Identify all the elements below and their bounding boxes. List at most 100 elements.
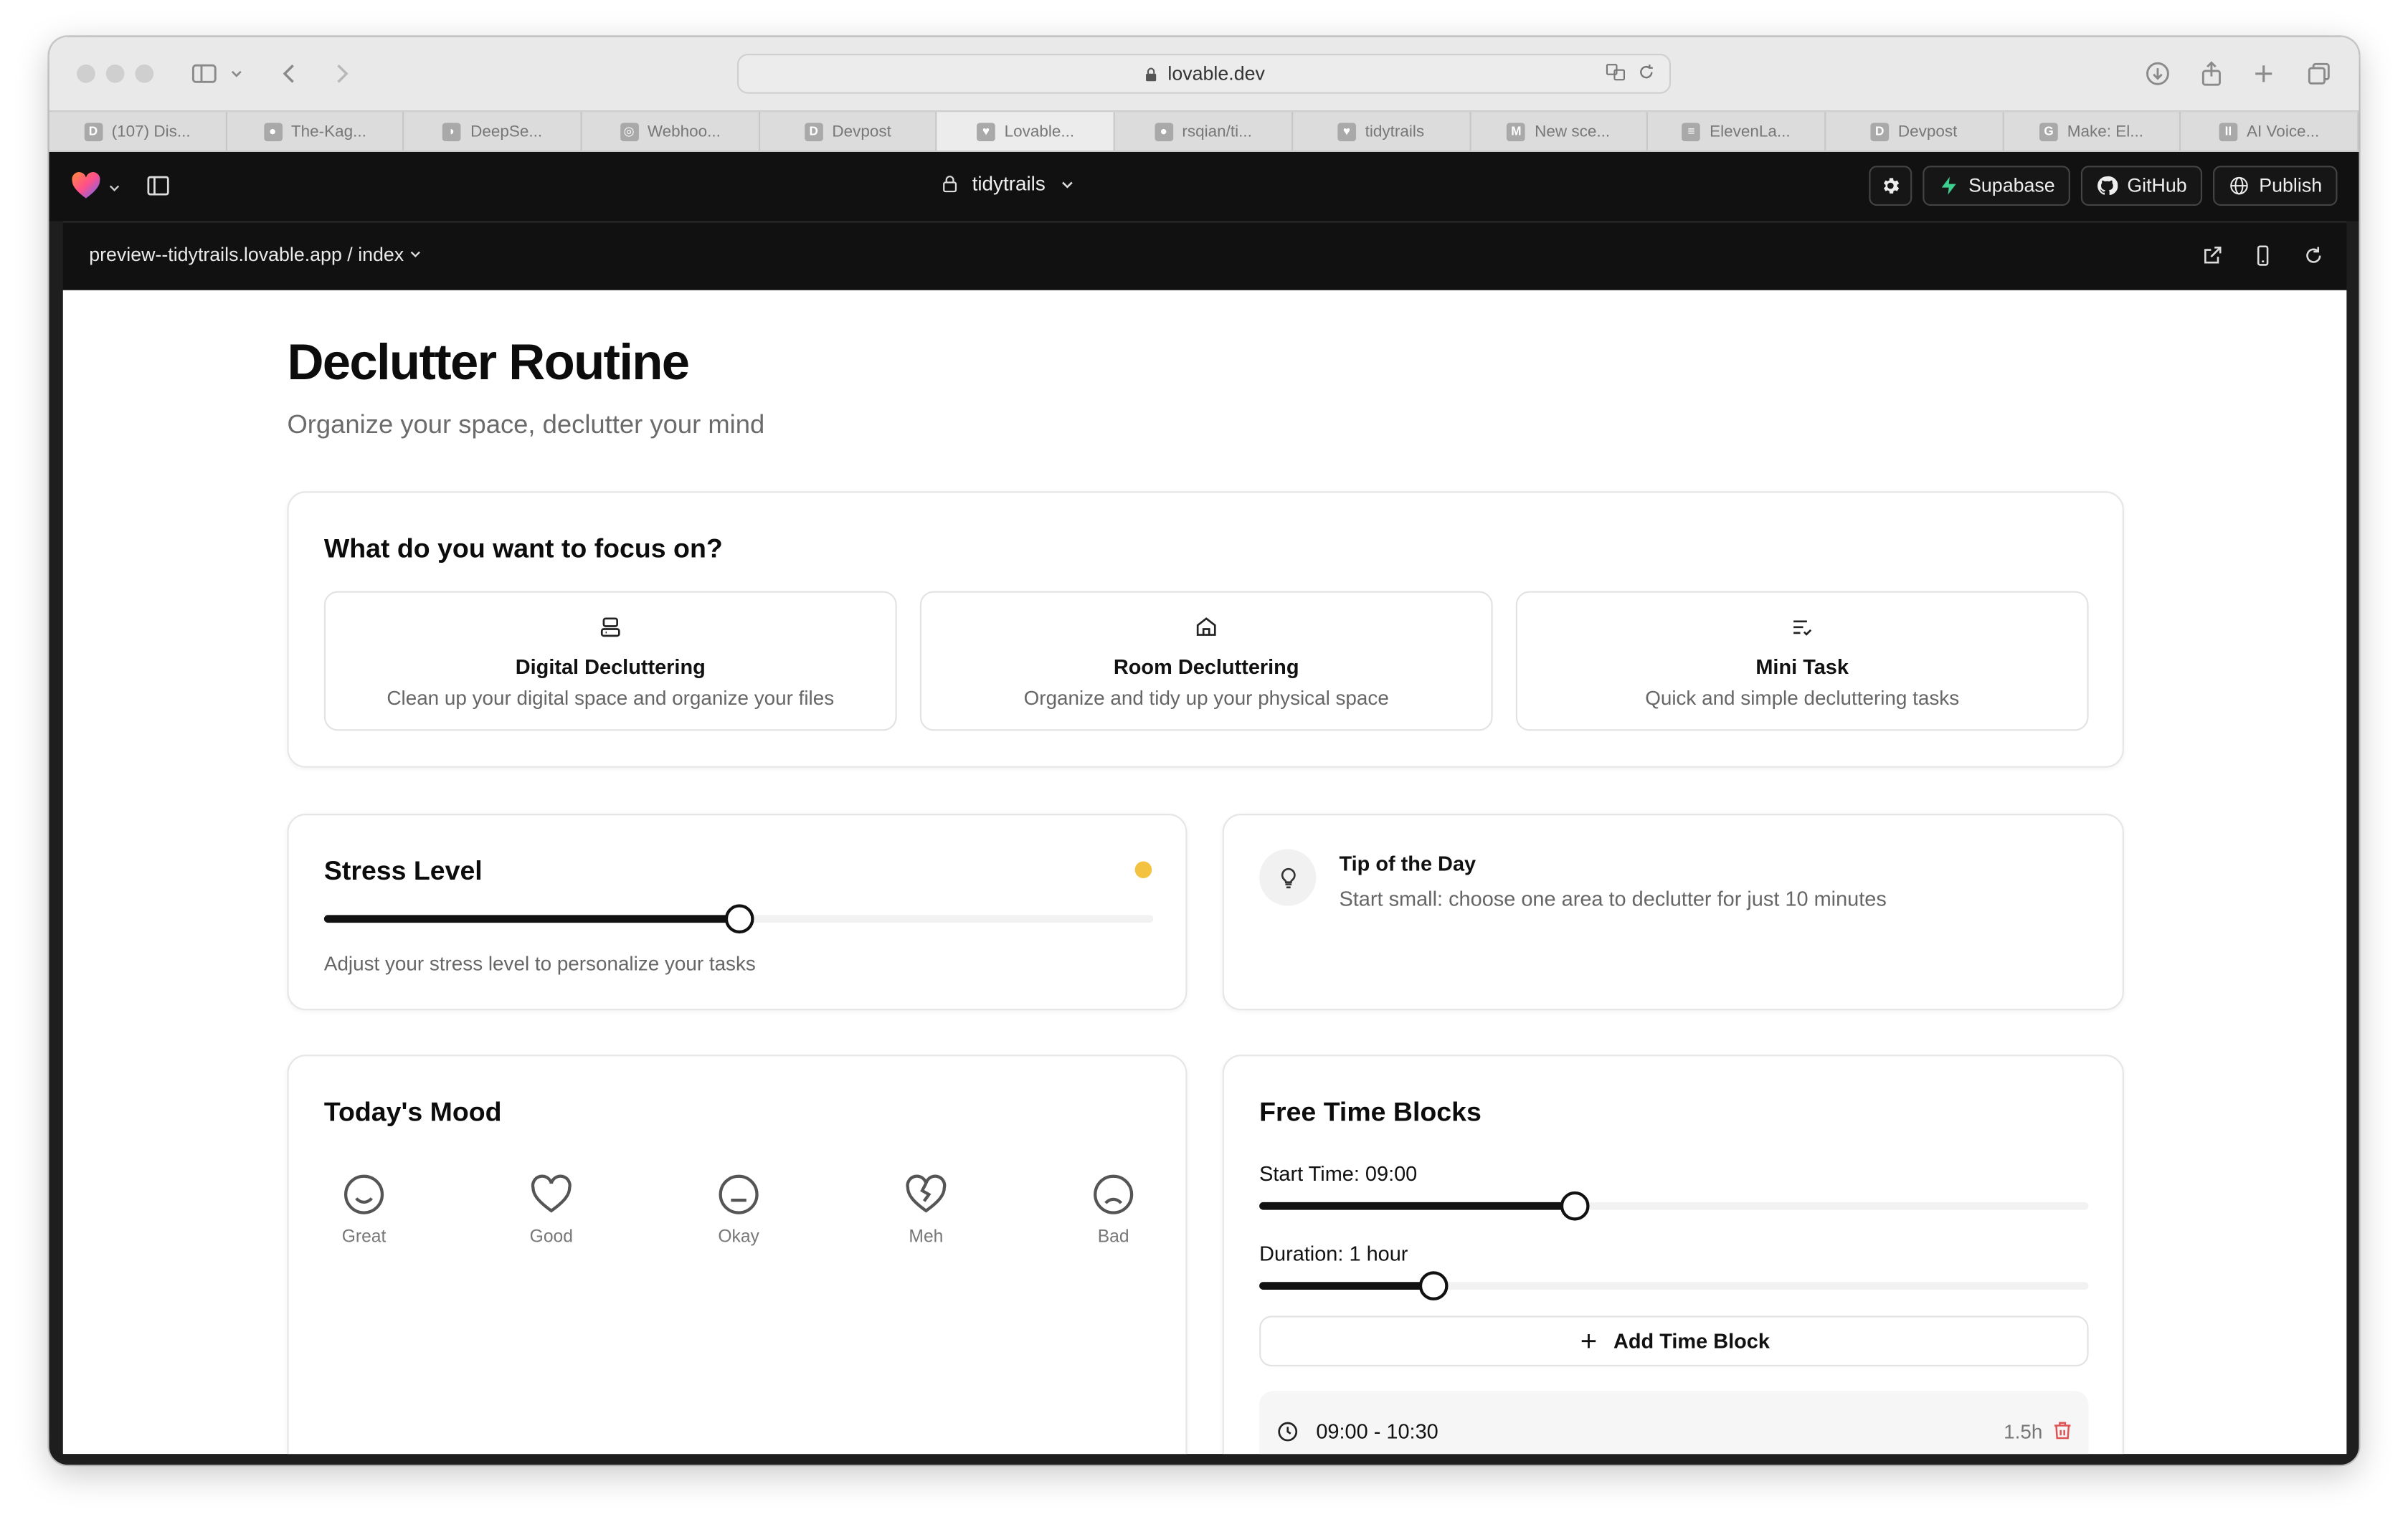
browser-tab[interactable]: D Devpost (1826, 112, 2004, 151)
minimize-window-button[interactable] (105, 64, 125, 83)
focus-heading: What do you want to focus on? (323, 533, 723, 563)
reload-icon[interactable] (1636, 62, 1657, 83)
panel-toggle-icon[interactable] (146, 173, 170, 198)
browser-tab[interactable]: ≡ ElevenLa... (1648, 112, 1826, 151)
address-bar[interactable]: lovable.dev (736, 53, 1672, 94)
focus-option-title: Digital Decluttering (515, 655, 706, 679)
tip-card: Tip of the Day Start small: choose one a… (1222, 814, 2124, 1011)
refresh-icon[interactable] (2302, 244, 2325, 267)
publish-button[interactable]: Publish (2213, 166, 2338, 206)
github-button[interactable]: GitHub (2081, 166, 2203, 206)
chevron-down-icon (1061, 181, 1073, 188)
home-icon (1196, 617, 1216, 636)
mood-heading: Today's Mood (323, 1096, 502, 1127)
focus-option-mini[interactable]: Mini Task Quick and simple decluttering … (1515, 591, 2089, 731)
supabase-button[interactable]: Supabase (1922, 166, 2071, 206)
browser-tab[interactable]: ♥ tidytrails (1293, 112, 1471, 151)
duration-slider-thumb[interactable] (1419, 1271, 1449, 1300)
stress-slider[interactable] (323, 904, 1154, 934)
browser-tab[interactable]: G Make: El... (2004, 112, 2181, 151)
lock-icon (1146, 67, 1157, 81)
tab-label: DeepSe... (470, 122, 543, 141)
start-time-slider[interactable] (1259, 1191, 2089, 1221)
smile-icon (343, 1174, 384, 1214)
back-icon[interactable] (273, 57, 307, 90)
focus-option-desc: Organize and tidy up your physical space (1023, 686, 1389, 710)
browser-tab[interactable]: D Devpost (760, 112, 938, 151)
tab-favicon-icon: ● (263, 122, 283, 141)
lightbulb-icon (1259, 849, 1317, 906)
page-selector[interactable]: index (358, 244, 423, 266)
list-check-icon (1793, 620, 1812, 636)
supabase-icon (1941, 176, 1956, 195)
focus-option-desc: Clean up your digital space and organize… (387, 686, 835, 710)
tab-favicon-icon: ◗ (442, 122, 462, 141)
browser-tab[interactable]: D (107) Dis... (49, 112, 227, 151)
mood-option-great[interactable]: Great (318, 1171, 409, 1247)
preview-breadcrumb: preview--tidytrails.lovable.app / index (89, 244, 423, 266)
tab-favicon-icon: D (1870, 122, 1890, 141)
browser-tab[interactable]: II AI Voice... (2181, 112, 2359, 151)
download-icon[interactable] (2141, 57, 2174, 90)
mood-label: Meh (909, 1228, 944, 1247)
mobile-view-icon[interactable] (2252, 244, 2275, 267)
breadcrumb-separator: / (347, 244, 359, 266)
monitor-icon (600, 617, 620, 637)
browser-tab[interactable]: ◎ Webhoo... (582, 112, 760, 151)
tab-label: Lovable... (1004, 122, 1075, 141)
stress-slider-fill (323, 915, 739, 923)
tab-overview-icon[interactable] (2302, 57, 2336, 90)
tab-label: rsqian/ti... (1182, 122, 1252, 141)
free-time-heading: Free Time Blocks (1259, 1096, 1482, 1127)
start-time-slider-thumb[interactable] (1560, 1191, 1590, 1221)
new-tab-icon[interactable] (2247, 57, 2280, 90)
project-name: tidytrails (972, 171, 1046, 195)
tab-label: Webhoo... (647, 122, 721, 141)
settings-button[interactable] (1868, 166, 1912, 206)
focus-option-title: Room Decluttering (1113, 655, 1299, 679)
external-link-icon[interactable] (2201, 244, 2224, 267)
add-time-block-button[interactable]: Add Time Block (1259, 1316, 2089, 1367)
time-block-duration: 1.5h (2004, 1419, 2043, 1444)
forward-icon[interactable] (324, 57, 358, 90)
window-controls[interactable] (77, 64, 154, 83)
duration-slider[interactable] (1259, 1271, 2089, 1300)
browser-tab[interactable]: ● rsqian/ti... (1115, 112, 1293, 151)
share-icon[interactable] (2194, 57, 2228, 90)
browser-tab[interactable]: ♥ Lovable... (937, 112, 1116, 151)
zoom-window-button[interactable] (135, 64, 154, 83)
browser-tab[interactable]: ● The-Kag... (227, 112, 405, 151)
chevron-down-icon[interactable] (108, 181, 121, 195)
stress-slider-thumb[interactable] (724, 904, 754, 934)
tab-favicon-icon: ♥ (977, 122, 995, 141)
browser-tab[interactable]: M New sce... (1471, 112, 1649, 151)
chevron-down-icon[interactable] (226, 57, 247, 90)
page-selector-label: index (358, 244, 404, 266)
stress-card: Stress Level Adjust your stress level to… (287, 814, 1188, 1011)
mood-option-meh[interactable]: Meh (880, 1171, 972, 1247)
tab-favicon-icon: M (1507, 122, 1526, 141)
focus-option-room[interactable]: Room Decluttering Organize and tidy up y… (919, 591, 1493, 731)
focus-option-title: Mini Task (1755, 655, 1849, 679)
tab-favicon-icon: D (804, 122, 823, 141)
browser-tab[interactable]: ◗ DeepSe... (404, 112, 582, 151)
app-preview: Declutter Routine Organize your space, d… (62, 290, 2347, 1455)
tab-favicon-icon: ◎ (620, 122, 638, 141)
preview-path: preview--tidytrails.lovable.app (89, 244, 342, 266)
time-block-item: 09:00 - 10:30 1.5h (1259, 1391, 2089, 1455)
project-selector[interactable]: tidytrails (940, 172, 1076, 195)
focus-option-digital[interactable]: Digital Decluttering Clean up your digit… (323, 591, 897, 731)
lovable-logo-icon[interactable] (71, 172, 102, 200)
mood-option-bad[interactable]: Bad (1067, 1171, 1159, 1247)
tab-label: New sce... (1535, 122, 1611, 141)
mood-option-good[interactable]: Good (506, 1171, 597, 1247)
publish-label: Publish (2259, 175, 2323, 197)
mood-option-okay[interactable]: Okay (693, 1171, 785, 1247)
mood-label: Bad (1097, 1228, 1129, 1247)
translate-icon[interactable] (1605, 62, 1626, 83)
sidebar-toggle-icon[interactable] (187, 57, 221, 90)
trash-icon[interactable] (2052, 1420, 2073, 1442)
stress-indicator (1134, 861, 1152, 878)
preview-bar: preview--tidytrails.lovable.app / index (62, 221, 2347, 290)
close-window-button[interactable] (77, 64, 95, 83)
